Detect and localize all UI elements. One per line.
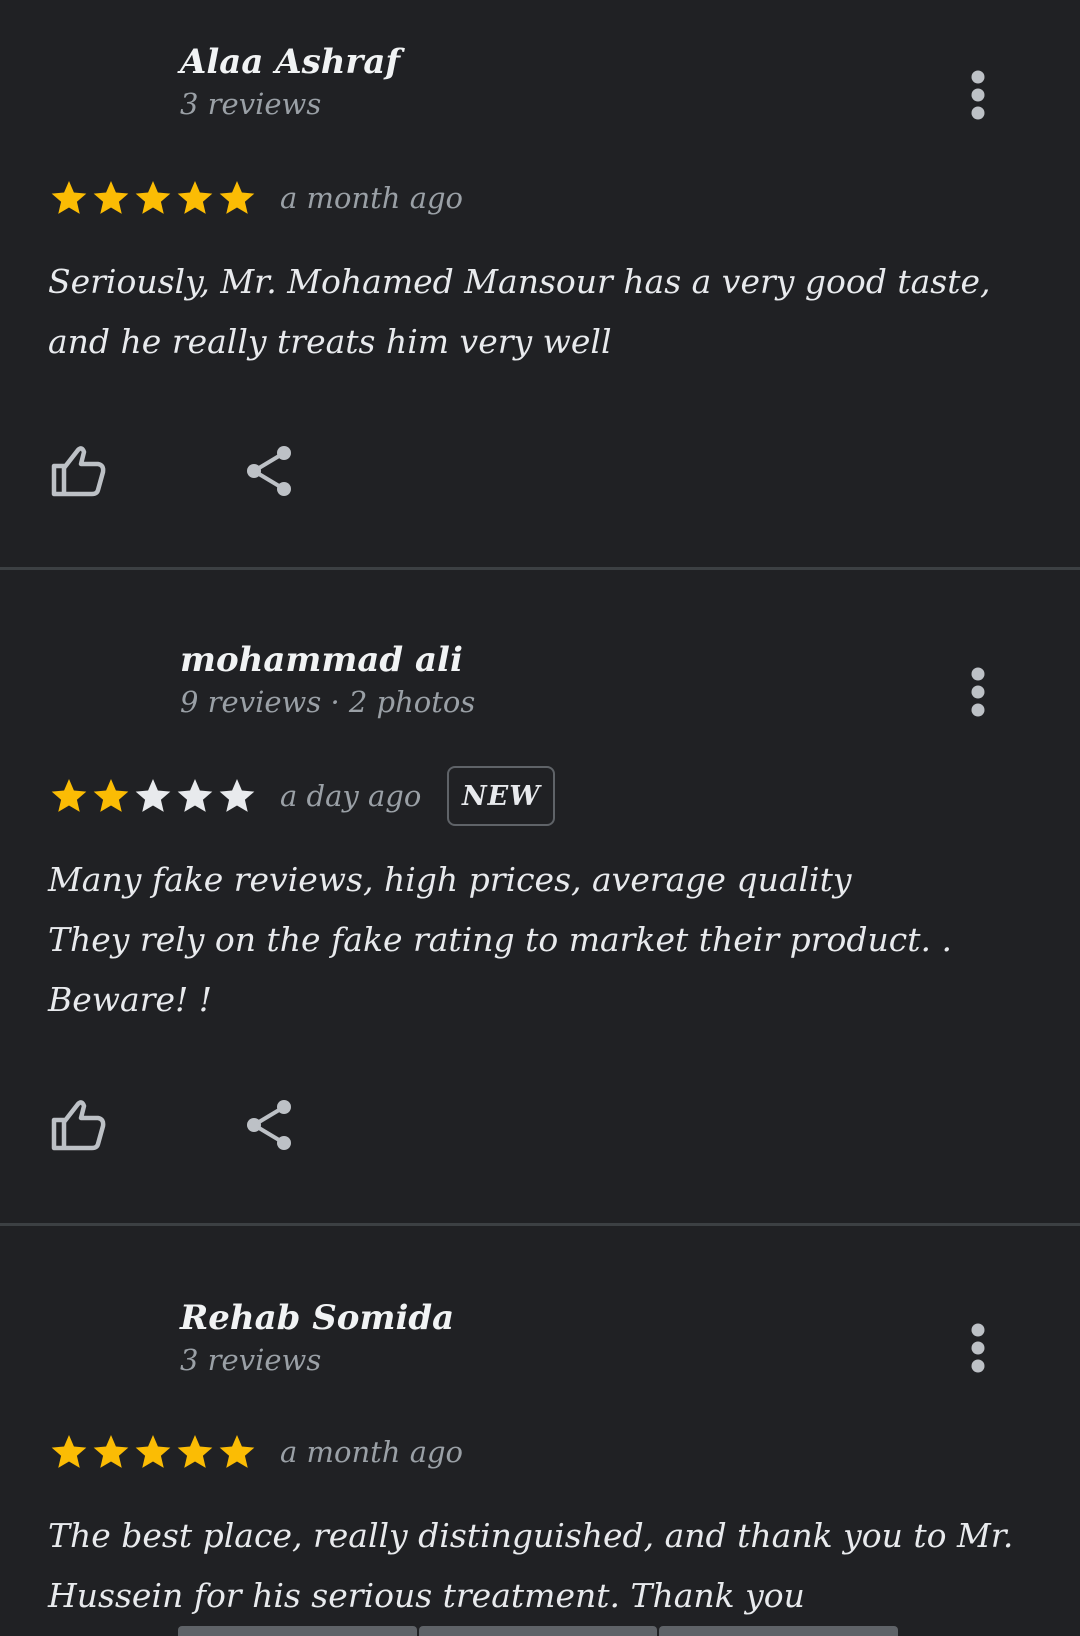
review-divider bbox=[0, 567, 1080, 570]
star-rating bbox=[48, 1432, 258, 1472]
reviewer-info[interactable]: mohammad ali 9 reviews · 2 photos bbox=[180, 638, 475, 722]
more-vert-icon bbox=[971, 70, 985, 120]
star-icon bbox=[177, 181, 213, 214]
review-time: a month ago bbox=[280, 181, 464, 215]
reviewer-name[interactable]: mohammad ali bbox=[180, 638, 475, 682]
more-options-button[interactable] bbox=[958, 65, 998, 125]
reviewer-name[interactable]: Rehab Somida bbox=[180, 1296, 454, 1340]
review-text: The best place, really distinguished, an… bbox=[48, 1516, 1014, 1615]
review-divider bbox=[0, 1223, 1080, 1226]
thumbs-up-icon[interactable] bbox=[48, 1094, 108, 1154]
review-text: Seriously, Mr. Mohamed Mansour has a ver… bbox=[48, 262, 991, 361]
star-icon bbox=[219, 779, 255, 812]
reviewer-meta: 3 reviews bbox=[180, 87, 322, 121]
rating-row: a month ago bbox=[48, 1430, 463, 1474]
thumbs-up-icon[interactable] bbox=[48, 440, 108, 500]
more-vert-icon bbox=[971, 667, 985, 717]
star-icon bbox=[51, 779, 87, 812]
scroll-segment bbox=[418, 1626, 658, 1636]
star-icon bbox=[93, 181, 129, 214]
review-text: Many fake reviews, high prices, average … bbox=[48, 860, 952, 1019]
more-options-button[interactable] bbox=[958, 662, 998, 722]
star-icon bbox=[135, 779, 171, 812]
review-time: a month ago bbox=[280, 1435, 464, 1469]
star-rating bbox=[48, 178, 258, 218]
star-icon bbox=[93, 779, 129, 812]
scroll-segment bbox=[178, 1626, 417, 1636]
more-options-button[interactable] bbox=[958, 1318, 998, 1378]
star-icon bbox=[93, 1435, 129, 1468]
share-icon[interactable] bbox=[240, 1094, 300, 1154]
reviewer-meta: 9 reviews · 2 photos bbox=[180, 685, 476, 719]
share-icon[interactable] bbox=[240, 440, 300, 500]
star-rating bbox=[48, 776, 258, 816]
star-icon bbox=[177, 779, 213, 812]
reviewer-meta: 3 reviews bbox=[180, 1343, 322, 1377]
star-icon bbox=[177, 1435, 213, 1468]
rating-row: a day ago NEW bbox=[48, 766, 556, 826]
more-vert-icon bbox=[971, 1323, 985, 1373]
star-icon bbox=[135, 1435, 171, 1468]
scroll-indicator bbox=[178, 1626, 900, 1636]
scroll-segment bbox=[659, 1626, 899, 1636]
reviewer-info[interactable]: Rehab Somida 3 reviews bbox=[180, 1296, 454, 1380]
star-icon bbox=[219, 1435, 255, 1468]
rating-row: a month ago bbox=[48, 176, 463, 220]
reviewer-name[interactable]: Alaa Ashraf bbox=[180, 40, 400, 84]
reviewer-info[interactable]: Alaa Ashraf 3 reviews bbox=[180, 40, 400, 124]
star-icon bbox=[51, 181, 87, 214]
review-time: a day ago bbox=[280, 779, 422, 813]
star-icon bbox=[51, 1435, 87, 1468]
new-badge: NEW bbox=[447, 766, 556, 826]
star-icon bbox=[135, 181, 171, 214]
star-icon bbox=[219, 181, 255, 214]
